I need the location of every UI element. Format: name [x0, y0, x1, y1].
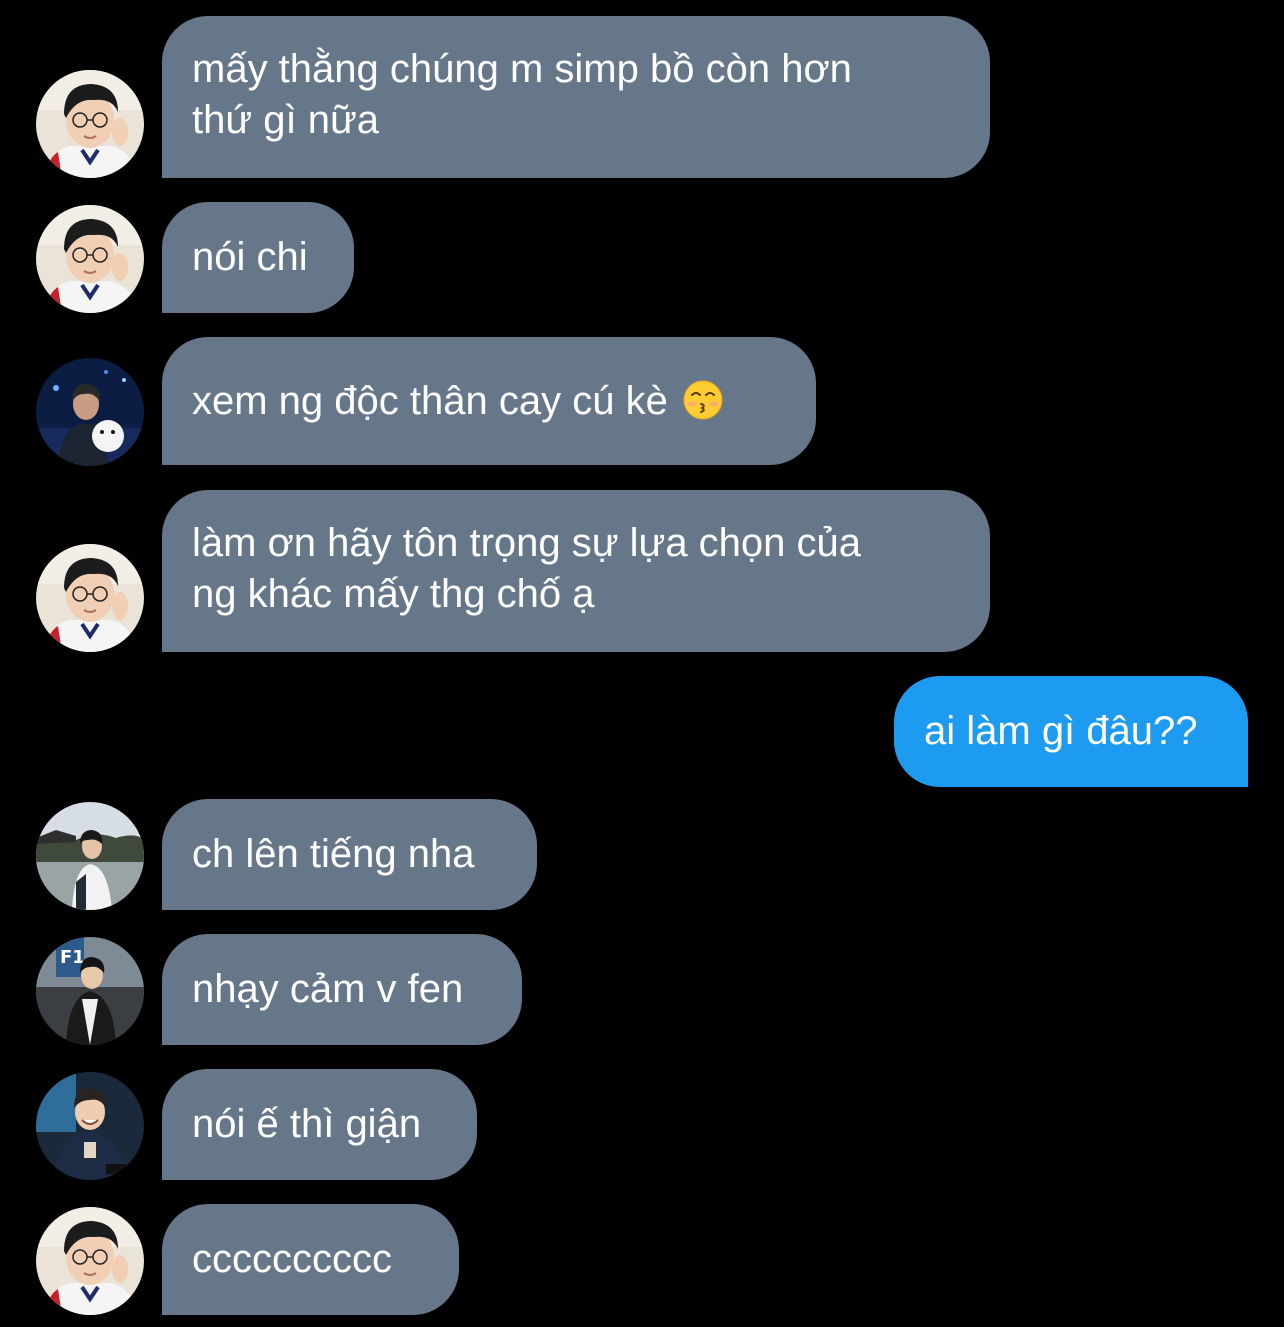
message-text-line: ch lên tiếng nha — [192, 832, 475, 876]
message-text-line: nói chi — [192, 235, 308, 279]
incoming-message-bubble[interactable]: làm ơn hãy tôn trọng sự lựa chọn của ng … — [162, 490, 990, 652]
chat-screen: { "colors": { "background": "#000000", "… — [0, 0, 1284, 1327]
message-text-line: mấy thằng chúng m simp bồ còn hơn — [192, 47, 852, 91]
kissing-face-emoji-icon — [683, 380, 723, 420]
outgoing-message-bubble[interactable]: ai làm gì đâu?? — [894, 676, 1248, 787]
avatar-glasses-boy[interactable] — [36, 1207, 144, 1315]
message-text-line: xem ng độc thân cay cú kè — [192, 376, 723, 427]
message-text-line: nói ế thì giận — [192, 1102, 422, 1146]
avatar-glasses-boy[interactable] — [36, 544, 144, 652]
incoming-message-bubble[interactable]: nói ế thì giận — [162, 1069, 477, 1180]
avatar-glasses-boy[interactable] — [36, 205, 144, 313]
message-text-line: cccccccccc — [192, 1237, 392, 1281]
message-text-line: ng khác mấy thg chố ạ — [192, 572, 595, 616]
incoming-message-bubble[interactable]: xem ng độc thân cay cú kè — [162, 337, 816, 465]
message-text-line: ai làm gì đâu?? — [924, 709, 1198, 753]
avatar-smiling-boy[interactable] — [36, 1072, 144, 1180]
incoming-message-bubble[interactable]: mấy thằng chúng m simp bồ còn hơn thứ gì… — [162, 16, 990, 178]
message-text: xem ng độc thân cay cú kè — [192, 378, 668, 423]
incoming-message-bubble[interactable]: cccccccccc — [162, 1204, 459, 1315]
avatar-blue-night[interactable] — [36, 358, 144, 466]
message-text-line: làm ơn hãy tôn trọng sự lựa chọn của — [192, 521, 862, 565]
message-text-line: thứ gì nữa — [192, 98, 379, 142]
avatar-glasses-boy[interactable] — [36, 70, 144, 178]
message-text-line: nhạy cảm v fen — [192, 967, 464, 1011]
incoming-message-bubble[interactable]: nói chi — [162, 202, 354, 313]
avatar-outdoor-boy[interactable] — [36, 802, 144, 910]
avatar-f1-boy[interactable] — [36, 937, 144, 1045]
incoming-message-bubble[interactable]: ch lên tiếng nha — [162, 799, 537, 910]
incoming-message-bubble[interactable]: nhạy cảm v fen — [162, 934, 522, 1045]
